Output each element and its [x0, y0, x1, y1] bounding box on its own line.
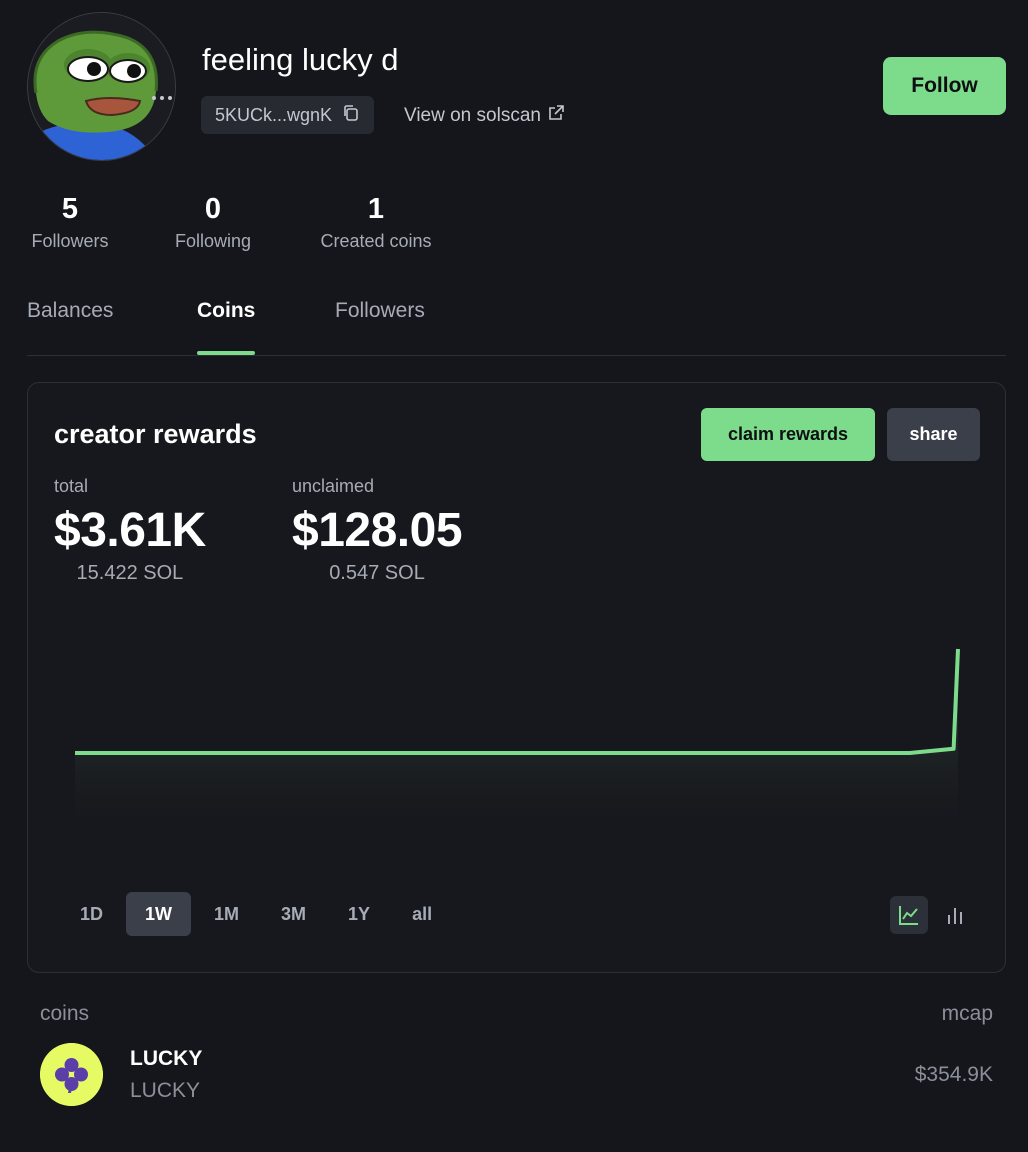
coins-header-label: coins	[40, 1002, 90, 1025]
stat-value: 0	[204, 193, 222, 225]
coin-mcap: $354.9K	[914, 1063, 993, 1086]
avatar	[27, 12, 176, 161]
profile-tabs: Balances Coins Followers	[27, 295, 1006, 356]
follow-button[interactable]: Follow	[883, 57, 1006, 115]
range-button-3m[interactable]: 3M	[262, 892, 325, 936]
pepe-avatar-icon	[28, 13, 175, 160]
solscan-label: View on solscan	[404, 105, 541, 126]
external-link-icon	[547, 104, 565, 128]
mcap-header-label: mcap	[941, 1002, 993, 1025]
chart-line	[75, 648, 960, 755]
range-button-1y[interactable]: 1Y	[329, 892, 389, 936]
username: feeling lucky d	[202, 42, 399, 77]
stat-value: 1	[367, 193, 385, 225]
range-button-1w[interactable]: 1W	[126, 892, 192, 936]
coin-row[interactable]: LUCKY LUCKY $354.9K	[40, 1043, 993, 1107]
profile-page: feeling lucky d 5KUCk...wgnK View on sol…	[0, 0, 1028, 1152]
stat-label: Following	[174, 231, 252, 251]
stat-followers[interactable]: 5 Followers	[27, 193, 113, 252]
chart-view-toggle	[890, 896, 974, 934]
stat-created-coins[interactable]: 1 Created coins	[313, 193, 439, 252]
tab-coins[interactable]: Coins	[197, 295, 256, 355]
view-on-solscan-link[interactable]: View on solscan	[404, 104, 565, 128]
time-range-selector: 1D 1W 1M 3M 1Y all	[61, 892, 455, 936]
coin-name: LUCKY	[130, 1047, 203, 1070]
tab-balances[interactable]: Balances	[27, 295, 113, 355]
line-chart-view-button[interactable]	[890, 896, 928, 934]
copy-icon	[342, 104, 360, 127]
rewards-chart	[75, 648, 960, 838]
range-button-1m[interactable]: 1M	[195, 892, 258, 936]
stat-value: 5	[61, 193, 79, 225]
bar-chart-icon	[948, 908, 962, 924]
creator-rewards-card: creator rewards claim rewards share tota…	[27, 382, 1006, 973]
stat-label: Created coins	[320, 231, 432, 251]
line-chart-icon	[899, 906, 918, 925]
wallet-address: 5KUCk...wgnK	[215, 104, 333, 125]
range-button-all[interactable]: all	[393, 892, 451, 936]
stat-following[interactable]: 0 Following	[170, 193, 256, 252]
chart-area-fill	[75, 649, 958, 838]
stat-label: Followers	[31, 231, 109, 251]
bar-chart-view-button[interactable]	[936, 896, 974, 934]
range-button-1d[interactable]: 1D	[61, 892, 122, 936]
coin-logo	[40, 1043, 103, 1106]
clover-icon	[40, 1043, 103, 1106]
tab-followers[interactable]: Followers	[335, 295, 425, 355]
copy-address-button[interactable]: 5KUCk...wgnK	[201, 96, 375, 134]
coin-ticker: LUCKY	[130, 1079, 201, 1102]
